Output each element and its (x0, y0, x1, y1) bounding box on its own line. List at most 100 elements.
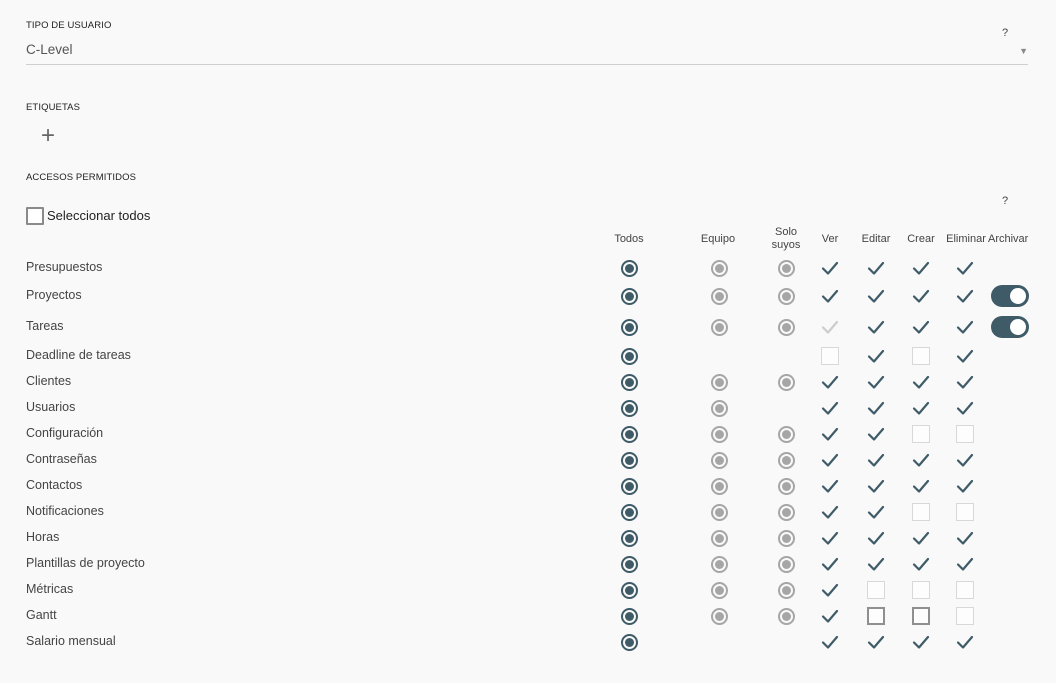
user-type-select[interactable]: C-Level ▼ (26, 40, 1028, 65)
check-icon-editar-configuracion[interactable] (866, 424, 886, 444)
check-icon-editar-clientes[interactable] (866, 372, 886, 392)
checkbox-eliminar-configuracion[interactable] (956, 425, 974, 443)
checkbox-eliminar-notificaciones[interactable] (956, 503, 974, 521)
check-icon-eliminar-salario-mensual[interactable] (955, 632, 975, 652)
radio-todos-gantt[interactable] (620, 607, 638, 625)
check-icon-editar-salario-mensual[interactable] (866, 632, 886, 652)
radio-equipo-horas[interactable] (710, 529, 728, 547)
check-icon-crear-plantillas-de-proyecto[interactable] (911, 554, 931, 574)
radio-solo-proyectos[interactable] (777, 287, 795, 305)
check-icon-ver-plantillas-de-proyecto[interactable] (820, 554, 840, 574)
radio-todos-salario-mensual[interactable] (620, 633, 638, 651)
checkbox-editar-metricas[interactable] (867, 581, 885, 599)
radio-equipo-proyectos[interactable] (710, 287, 728, 305)
checkbox-crear-metricas[interactable] (912, 581, 930, 599)
check-icon-eliminar-clientes[interactable] (955, 372, 975, 392)
radio-todos-plantillas-de-proyecto[interactable] (620, 555, 638, 573)
check-icon-eliminar-tareas[interactable] (955, 317, 975, 337)
radio-solo-configuracion[interactable] (777, 425, 795, 443)
radio-equipo-gantt[interactable] (710, 607, 728, 625)
check-icon-ver-proyectos[interactable] (820, 286, 840, 306)
check-icon-crear-proyectos[interactable] (911, 286, 931, 306)
check-icon-crear-clientes[interactable] (911, 372, 931, 392)
check-icon-ver-metricas[interactable] (820, 580, 840, 600)
checkbox-crear-gantt[interactable] (912, 607, 930, 625)
radio-solo-tareas[interactable] (777, 318, 795, 336)
radio-equipo-tareas[interactable] (710, 318, 728, 336)
check-icon-editar-contactos[interactable] (866, 476, 886, 496)
check-icon-editar-usuarios[interactable] (866, 398, 886, 418)
radio-solo-metricas[interactable] (777, 581, 795, 599)
access-help-icon[interactable]: ? (1002, 195, 1008, 207)
check-icon-crear-contactos[interactable] (911, 476, 931, 496)
check-icon-ver-contrasenas[interactable] (820, 450, 840, 470)
user-type-help-icon[interactable]: ? (1002, 27, 1008, 39)
add-tag-icon[interactable]: + (41, 124, 55, 148)
radio-todos-proyectos[interactable] (620, 287, 638, 305)
radio-todos-configuracion[interactable] (620, 425, 638, 443)
radio-todos-clientes[interactable] (620, 373, 638, 391)
checkbox-crear-notificaciones[interactable] (912, 503, 930, 521)
radio-equipo-notificaciones[interactable] (710, 503, 728, 521)
radio-todos-deadline-de-tareas[interactable] (620, 347, 638, 365)
check-icon-eliminar-horas[interactable] (955, 528, 975, 548)
radio-equipo-clientes[interactable] (710, 373, 728, 391)
radio-solo-gantt[interactable] (777, 607, 795, 625)
check-icon-eliminar-proyectos[interactable] (955, 286, 975, 306)
checkbox-eliminar-metricas[interactable] (956, 581, 974, 599)
check-icon-eliminar-usuarios[interactable] (955, 398, 975, 418)
radio-equipo-contactos[interactable] (710, 477, 728, 495)
radio-solo-notificaciones[interactable] (777, 503, 795, 521)
check-icon-crear-presupuestos[interactable] (911, 258, 931, 278)
check-icon-ver-salario-mensual[interactable] (820, 632, 840, 652)
radio-equipo-plantillas-de-proyecto[interactable] (710, 555, 728, 573)
radio-solo-presupuestos[interactable] (777, 259, 795, 277)
check-icon-ver-horas[interactable] (820, 528, 840, 548)
check-icon-editar-proyectos[interactable] (866, 286, 886, 306)
check-icon-crear-salario-mensual[interactable] (911, 632, 931, 652)
checkbox-ver-deadline-de-tareas[interactable] (821, 347, 839, 365)
select-all-checkbox[interactable] (26, 207, 44, 225)
radio-todos-contrasenas[interactable] (620, 451, 638, 469)
checkbox-crear-deadline-de-tareas[interactable] (912, 347, 930, 365)
radio-solo-contactos[interactable] (777, 477, 795, 495)
radio-todos-usuarios[interactable] (620, 399, 638, 417)
check-icon-ver-clientes[interactable] (820, 372, 840, 392)
check-icon-crear-usuarios[interactable] (911, 398, 931, 418)
radio-equipo-metricas[interactable] (710, 581, 728, 599)
radio-todos-tareas[interactable] (620, 318, 638, 336)
check-icon-editar-presupuestos[interactable] (866, 258, 886, 278)
check-icon-ver-notificaciones[interactable] (820, 502, 840, 522)
check-icon-ver-gantt[interactable] (820, 606, 840, 626)
radio-todos-horas[interactable] (620, 529, 638, 547)
checkbox-eliminar-gantt[interactable] (956, 607, 974, 625)
check-icon-ver-presupuestos[interactable] (820, 258, 840, 278)
archivar-toggle-tareas[interactable] (991, 316, 1029, 338)
check-icon-editar-plantillas-de-proyecto[interactable] (866, 554, 886, 574)
check-icon-eliminar-deadline-de-tareas[interactable] (955, 346, 975, 366)
radio-equipo-usuarios[interactable] (710, 399, 728, 417)
check-icon-eliminar-presupuestos[interactable] (955, 258, 975, 278)
check-icon-editar-contrasenas[interactable] (866, 450, 886, 470)
radio-todos-contactos[interactable] (620, 477, 638, 495)
radio-todos-notificaciones[interactable] (620, 503, 638, 521)
archivar-toggle-proyectos[interactable] (991, 285, 1029, 307)
check-icon-eliminar-plantillas-de-proyecto[interactable] (955, 554, 975, 574)
radio-equipo-contrasenas[interactable] (710, 451, 728, 469)
check-icon-ver-configuracion[interactable] (820, 424, 840, 444)
checkbox-editar-gantt[interactable] (867, 607, 885, 625)
radio-solo-plantillas-de-proyecto[interactable] (777, 555, 795, 573)
check-icon-ver-contactos[interactable] (820, 476, 840, 496)
radio-todos-metricas[interactable] (620, 581, 638, 599)
check-icon-ver-tareas[interactable] (820, 317, 840, 337)
check-icon-crear-contrasenas[interactable] (911, 450, 931, 470)
check-icon-eliminar-contactos[interactable] (955, 476, 975, 496)
check-icon-editar-deadline-de-tareas[interactable] (866, 346, 886, 366)
check-icon-eliminar-contrasenas[interactable] (955, 450, 975, 470)
radio-todos-presupuestos[interactable] (620, 259, 638, 277)
check-icon-crear-tareas[interactable] (911, 317, 931, 337)
radio-equipo-configuracion[interactable] (710, 425, 728, 443)
check-icon-crear-horas[interactable] (911, 528, 931, 548)
checkbox-crear-configuracion[interactable] (912, 425, 930, 443)
check-icon-editar-notificaciones[interactable] (866, 502, 886, 522)
